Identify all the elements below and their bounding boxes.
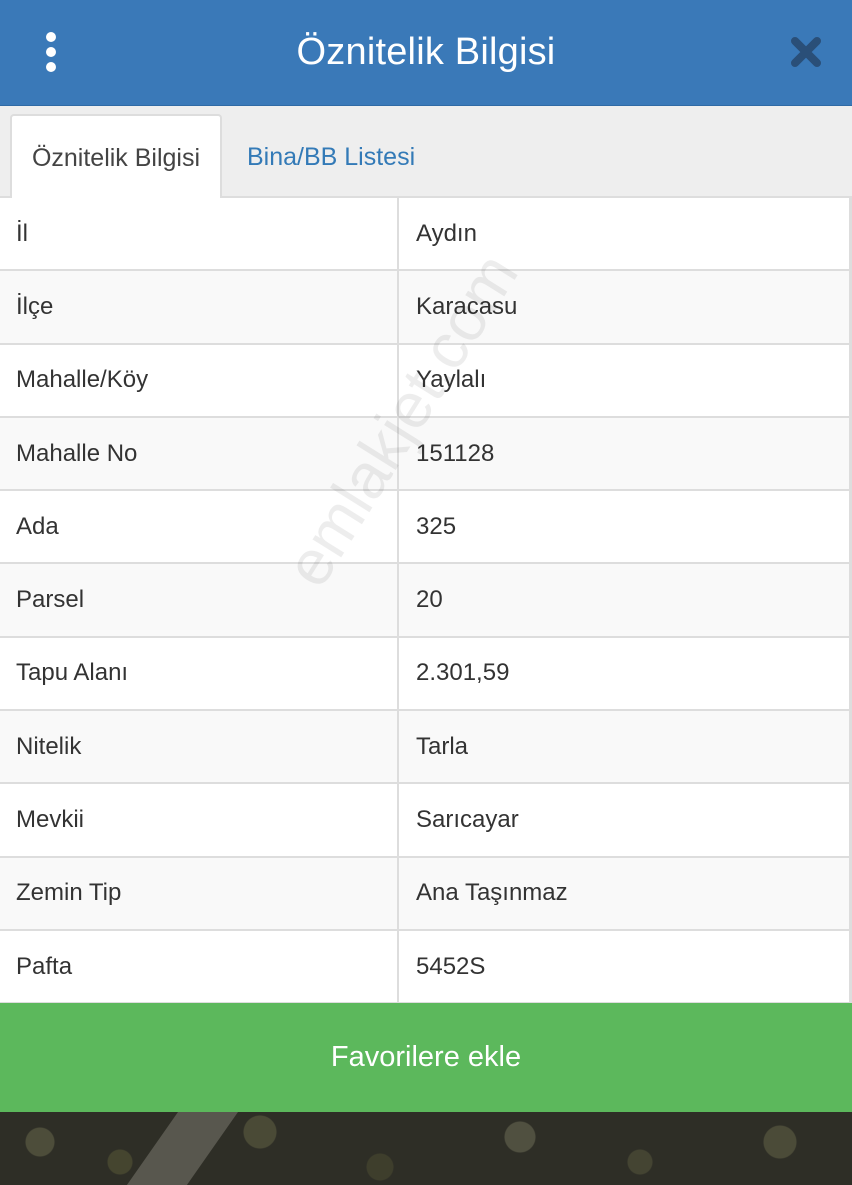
row-value: 325 [399,491,849,563]
row-value: Tarla [399,711,849,783]
row-label: Ada [0,491,399,563]
tab-oznitelik-bilgisi[interactable]: Öznitelik Bilgisi [10,114,222,200]
row-label: Tapu Alanı [0,637,399,710]
row-value: Sarıcayar [399,784,849,856]
dialog-header: Öznitelik Bilgisi [0,0,852,106]
row-value: 151128 [399,417,849,490]
table-row: Mahalle/Köy Yaylalı [0,344,852,418]
table-row: İlçe Karacasu [0,271,852,345]
attribute-table: İl Aydın İlçe Karacasu Mahalle/Köy Yayla… [0,198,852,1005]
more-vertical-icon[interactable] [34,30,68,74]
table-row: Zemin Tip Ana Taşınmaz [0,857,852,931]
tab-bina-bb-listesi[interactable]: Bina/BB Listesi [247,114,415,200]
row-label: Mahalle/Köy [0,344,399,416]
row-label: Parsel [0,564,399,636]
row-value: 5452S [399,930,849,1003]
dialog-title: Öznitelik Bilgisi [296,31,556,73]
row-value: Aydın [399,198,849,270]
table-row: Tapu Alanı 2.301,59 [0,637,852,712]
tab-bar: Öznitelik Bilgisi Bina/BB Listesi [0,106,852,200]
row-value: Yaylalı [399,344,849,416]
row-value: Karacasu [399,271,849,343]
table-row: İl Aydın [0,198,852,272]
table-row: Pafta 5452S [0,930,852,1005]
row-label: Mevkii [0,784,399,856]
table-row: Parsel 20 [0,564,852,638]
row-label: İl [0,198,399,270]
add-to-favorites-button[interactable]: Favorilere ekle [0,1003,852,1112]
map-background [0,1112,852,1185]
menu-dot [46,32,56,42]
table-row: Mahalle No 151128 [0,417,852,492]
row-value: 20 [399,564,849,636]
menu-dot [46,62,56,72]
row-label: İlçe [0,271,399,343]
menu-dot [46,47,56,57]
row-value: 2.301,59 [399,637,849,710]
table-row: Nitelik Tarla [0,711,852,785]
table-row: Mevkii Sarıcayar [0,784,852,858]
row-label: Nitelik [0,711,399,783]
table-row: Ada 325 [0,491,852,565]
row-label: Zemin Tip [0,857,399,929]
row-value: Ana Taşınmaz [399,857,849,929]
close-icon[interactable] [786,32,826,72]
row-label: Pafta [0,930,399,1003]
row-label: Mahalle No [0,417,399,490]
